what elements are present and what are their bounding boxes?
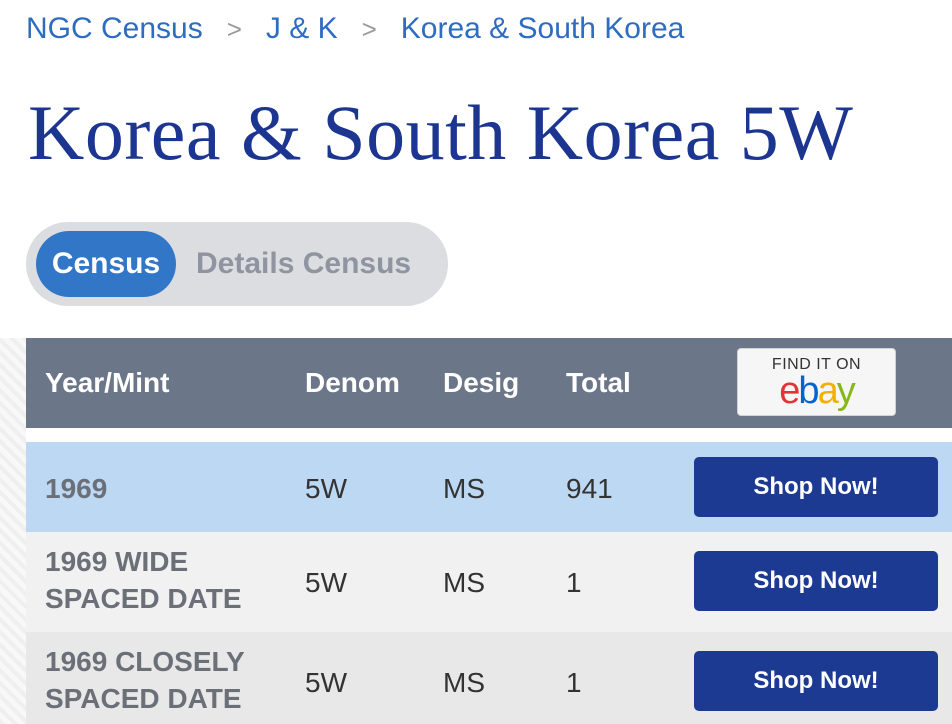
header-denom: Denom [305, 367, 400, 398]
row-total: 1 [566, 667, 582, 698]
table-header: Year/Mint Denom Desig Total FIND IT ON e… [26, 338, 952, 428]
header-year-mint: Year/Mint [45, 367, 170, 398]
breadcrumb-link-ngc-census[interactable]: NGC Census [26, 12, 203, 46]
row-total: 941 [566, 473, 613, 504]
breadcrumb-link-j-k[interactable]: J & K [266, 12, 338, 46]
tab-census[interactable]: Census [36, 231, 176, 297]
row-year-line: SPACED DATE [45, 683, 242, 714]
find-it-on-ebay-badge[interactable]: FIND IT ON ebay [737, 348, 896, 416]
row-desig: MS [443, 667, 485, 698]
breadcrumb-link-korea[interactable]: Korea & South Korea [401, 12, 685, 46]
header-total: Total [566, 367, 631, 398]
row-desig: MS [443, 473, 485, 504]
shop-now-button[interactable]: Shop Now! [694, 551, 938, 611]
shop-now-button[interactable]: Shop Now! [694, 457, 938, 517]
row-year-line: SPACED DATE [45, 583, 242, 614]
shop-now-button[interactable]: Shop Now! [694, 651, 938, 711]
row-year-mint: 1969 CLOSELY SPACED DATE [45, 643, 245, 717]
row-desig: MS [443, 567, 485, 598]
ebay-logo: ebay [779, 370, 855, 412]
breadcrumb: NGC Census > J & K > Korea & South Korea [26, 12, 684, 46]
header-desig: Desig [443, 367, 520, 398]
row-denom: 5W [305, 667, 347, 698]
row-year-mint: 1969 WIDE SPACED DATE [45, 543, 242, 617]
table-row: 1969 WIDE SPACED DATE 5W MS 1 Shop Now! [26, 532, 952, 632]
row-year-line: 1969 WIDE [45, 546, 189, 577]
row-denom: 5W [305, 473, 347, 504]
side-pattern [0, 338, 26, 724]
page-title: Korea & South Korea 5W [28, 89, 854, 176]
table-row: 1969 5W MS 941 Shop Now! [26, 442, 952, 532]
row-year-mint: 1969 [45, 473, 108, 504]
census-view-toggle: Census Details Census [26, 222, 448, 306]
breadcrumb-separator: > [361, 13, 377, 44]
row-year-line: 1969 CLOSELY [45, 646, 245, 677]
breadcrumb-separator: > [226, 13, 242, 44]
row-denom: 5W [305, 567, 347, 598]
tab-details-census[interactable]: Details Census [196, 231, 411, 297]
table-row: 1969 CLOSELY SPACED DATE 5W MS 1 Shop No… [26, 632, 952, 724]
census-table: Year/Mint Denom Desig Total FIND IT ON e… [26, 338, 952, 724]
row-total: 1 [566, 567, 582, 598]
page-header: NGC Census > J & K > Korea & South Korea… [0, 0, 952, 338]
